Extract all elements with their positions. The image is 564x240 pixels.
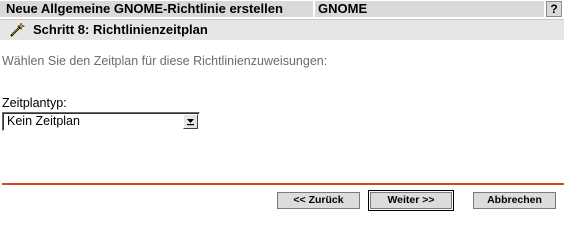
step-header: Schritt 8: Richtlinienzeitplan: [0, 19, 564, 40]
footer-divider: [2, 183, 564, 185]
dropdown-arrow-glyph: [187, 119, 194, 126]
back-button[interactable]: << Zurück: [277, 192, 360, 209]
schedule-type-label: Zeitplantyp:: [2, 96, 67, 110]
wizard-title: Neue Allgemeine GNOME-Richtlinie erstell…: [0, 1, 313, 17]
instruction-text: Wählen Sie den Zeitplan für diese Richtl…: [2, 54, 328, 68]
cancel-button[interactable]: Abbrechen: [473, 192, 556, 209]
wizard-wand-icon: [10, 22, 26, 37]
help-button[interactable]: ?: [546, 1, 562, 17]
schedule-type-select[interactable]: Kein Zeitplan: [2, 112, 200, 131]
chevron-down-icon[interactable]: [183, 114, 198, 129]
next-button[interactable]: Weiter >>: [368, 190, 454, 211]
wizard-title-bar: Neue Allgemeine GNOME-Richtlinie erstell…: [0, 0, 564, 18]
step-title: Schritt 8: Richtlinienzeitplan: [33, 22, 208, 37]
schedule-type-value: Kein Zeitplan: [7, 114, 80, 128]
platform-label: GNOME: [315, 1, 544, 17]
